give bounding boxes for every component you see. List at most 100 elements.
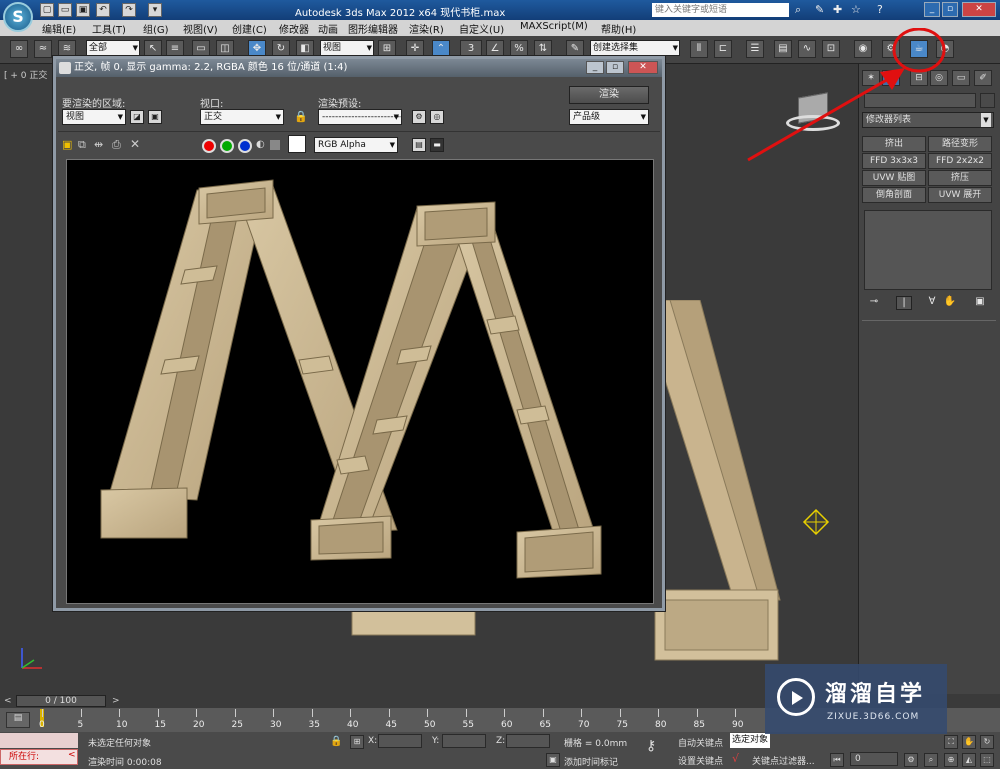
- help-icon[interactable]: ?: [877, 3, 883, 16]
- make-unique-icon[interactable]: ∀: [924, 296, 940, 310]
- environment-icon[interactable]: ◎: [430, 110, 444, 124]
- modifier-stack[interactable]: [864, 210, 992, 290]
- menu-views[interactable]: 视图(V): [183, 21, 218, 36]
- object-color-swatch[interactable]: [980, 93, 995, 108]
- zoom-extents-icon[interactable]: ⛶: [944, 735, 958, 749]
- time-config-icon[interactable]: ⚙: [904, 753, 918, 767]
- render-setup-small-icon[interactable]: ⚙: [412, 110, 426, 124]
- viewport-dropdown[interactable]: 正交: [200, 109, 284, 125]
- blue-channel-icon[interactable]: [238, 139, 252, 153]
- render-window-close-button[interactable]: ✕: [628, 61, 658, 74]
- menu-graph-editors[interactable]: 图形编辑器: [348, 21, 398, 36]
- named-selection-dropdown[interactable]: 创建选择集: [590, 40, 680, 56]
- pan-view-icon[interactable]: ✋: [962, 735, 976, 749]
- pin-stack-icon[interactable]: ⊸: [866, 296, 882, 310]
- clear-icon[interactable]: ✕: [130, 137, 140, 151]
- time-next-icon[interactable]: >: [112, 696, 120, 706]
- green-channel-icon[interactable]: [220, 139, 234, 153]
- remove-modifier-icon[interactable]: ✋: [942, 296, 958, 310]
- menu-create[interactable]: 创建(C): [232, 21, 267, 36]
- time-prev-icon[interactable]: <: [4, 696, 12, 706]
- print-image-icon[interactable]: ⎙: [112, 138, 121, 152]
- area-to-render-dropdown[interactable]: 视图: [62, 109, 126, 125]
- utilities-panel-tab-icon[interactable]: ✐: [974, 70, 992, 86]
- maximize-viewport-icon[interactable]: ⬚: [980, 753, 994, 767]
- quick-access-dropdown-icon[interactable]: ▾: [148, 3, 162, 17]
- configure-sets-icon[interactable]: ▣: [972, 296, 988, 310]
- light-helper-icon[interactable]: [802, 508, 830, 536]
- auto-key-button[interactable]: 自动关键点: [678, 736, 723, 749]
- zoom-icon[interactable]: ⌕: [924, 753, 938, 767]
- toggle-ui-overlay-icon[interactable]: ▤: [412, 138, 426, 152]
- align-icon[interactable]: ⊏: [714, 40, 732, 58]
- alpha-channel-icon[interactable]: ◐: [256, 139, 265, 150]
- mirror-icon[interactable]: ⫴: [690, 40, 708, 58]
- render-button[interactable]: 渲染: [569, 86, 649, 104]
- render-window-maximize-button[interactable]: ▫: [606, 61, 624, 74]
- set-key-icon[interactable]: ⚷: [646, 738, 656, 754]
- selected-key-dropdown[interactable]: 选定对象: [730, 733, 770, 748]
- orbit-icon[interactable]: ↻: [980, 735, 994, 749]
- add-time-tag-label[interactable]: 添加时间标记: [564, 755, 618, 768]
- restore-button[interactable]: ▫: [942, 2, 958, 17]
- swatch-color[interactable]: [288, 135, 306, 153]
- mini-curve-editor-icon[interactable]: ▤: [6, 712, 30, 728]
- edit-region-icon[interactable]: ◪: [130, 110, 144, 124]
- open-file-icon[interactable]: ▭: [58, 3, 72, 17]
- clone-frame-icon[interactable]: ⇹: [94, 138, 103, 151]
- lock-icon[interactable]: 🔒: [294, 110, 308, 123]
- red-channel-icon[interactable]: [202, 139, 216, 153]
- reference-coord-dropdown[interactable]: 视图: [320, 40, 374, 56]
- show-end-result-icon[interactable]: |: [896, 296, 912, 310]
- display-channel-dropdown[interactable]: RGB Alpha: [314, 137, 398, 153]
- save-image-icon[interactable]: ▣: [62, 138, 72, 151]
- menu-group[interactable]: 组(G): [143, 21, 169, 36]
- go-to-start-icon[interactable]: ⏮: [830, 753, 844, 767]
- binoculars-icon[interactable]: ⌕: [795, 3, 801, 17]
- toggle-ui-icon[interactable]: ▬: [430, 138, 444, 152]
- modifier-bevel-profile-button[interactable]: 倒角剖面: [862, 187, 926, 203]
- close-button[interactable]: ✕: [962, 2, 996, 17]
- monochrome-icon[interactable]: [270, 140, 280, 150]
- link-icon[interactable]: ∞: [10, 40, 28, 58]
- menu-help[interactable]: 帮助(H): [601, 21, 636, 36]
- maxscript-running-line[interactable]: 所在行:: [0, 749, 78, 765]
- menu-animation[interactable]: 动画: [318, 21, 338, 36]
- z-coord-input[interactable]: [506, 734, 550, 748]
- menu-edit[interactable]: 编辑(E): [42, 21, 76, 36]
- menu-tools[interactable]: 工具(T): [92, 21, 126, 36]
- selection-lock-icon[interactable]: 🔒: [330, 736, 342, 747]
- favorites-star-icon[interactable]: ☆: [851, 3, 861, 16]
- copy-image-icon[interactable]: ⧉: [78, 138, 86, 152]
- display-panel-tab-icon[interactable]: ▭: [952, 70, 970, 86]
- communication-icon[interactable]: ✚: [833, 3, 842, 16]
- field-of-view-icon[interactable]: ◭: [962, 753, 976, 767]
- subscription-icon[interactable]: ✎: [815, 3, 824, 16]
- x-coord-input[interactable]: [378, 734, 422, 748]
- new-file-icon[interactable]: ▢: [40, 3, 54, 17]
- viewport-label[interactable]: [ + 0 正交: [4, 68, 47, 81]
- absolute-mode-icon[interactable]: ⊞: [350, 735, 364, 749]
- y-coord-input[interactable]: [442, 734, 486, 748]
- render-quality-dropdown[interactable]: 产品级: [569, 109, 649, 125]
- menu-rendering[interactable]: 渲染(R): [409, 21, 444, 36]
- auto-region-icon[interactable]: ▣: [148, 110, 162, 124]
- redo-icon[interactable]: ↷: [122, 3, 136, 17]
- minimize-button[interactable]: _: [924, 2, 940, 17]
- undo-icon[interactable]: ↶: [96, 3, 110, 17]
- key-filters-button[interactable]: 关键点过滤器...: [752, 754, 815, 767]
- add-time-tag-icon[interactable]: ▣: [546, 753, 560, 767]
- render-window-minimize-button[interactable]: _: [586, 61, 604, 74]
- save-icon[interactable]: ▣: [76, 3, 90, 17]
- unlink-icon[interactable]: ≈: [34, 40, 52, 58]
- search-input[interactable]: 键入关键字或短语: [652, 3, 789, 17]
- current-frame-input[interactable]: 0: [850, 752, 898, 766]
- set-key-button[interactable]: 设置关键点: [678, 754, 723, 767]
- app-logo-button[interactable]: S: [3, 2, 33, 32]
- modifier-unwrap-uvw-button[interactable]: UVW 展开: [928, 187, 992, 203]
- render-preset-dropdown[interactable]: -------------------------: [318, 109, 402, 125]
- selection-filter-dropdown[interactable]: 全部: [86, 40, 140, 56]
- zoom-all-icon[interactable]: ⊕: [944, 753, 958, 767]
- menu-maxscript[interactable]: MAXScript(M): [520, 21, 588, 32]
- menu-customize[interactable]: 自定义(U): [459, 21, 504, 36]
